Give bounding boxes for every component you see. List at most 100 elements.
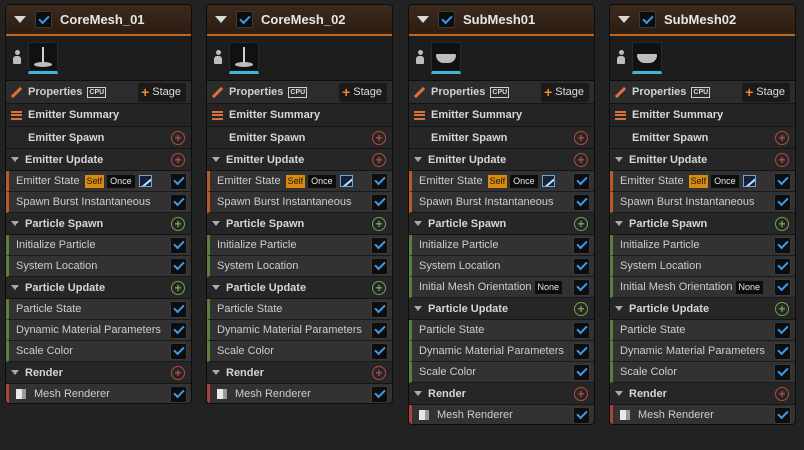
add-module-icon[interactable]: + [574, 216, 588, 231]
section-emitter-spawn[interactable]: Emitter Spawn + [6, 127, 191, 149]
module-dynamic-material-parameters[interactable]: Dynamic Material Parameters [409, 341, 594, 362]
section-render[interactable]: Render + [409, 383, 594, 405]
collapse-triangle-icon[interactable] [417, 16, 429, 23]
chevron-down-icon[interactable] [615, 306, 623, 311]
properties-row[interactable]: Properties CPU + Stage [207, 81, 392, 104]
chevron-down-icon[interactable] [615, 157, 623, 162]
add-module-icon[interactable]: + [171, 130, 185, 145]
add-renderer-icon[interactable]: + [574, 386, 588, 401]
module-mesh-renderer[interactable]: Mesh Renderer [610, 405, 795, 424]
add-module-icon[interactable]: + [775, 301, 789, 316]
add-stage-button[interactable]: + Stage [339, 82, 387, 102]
module-system-location[interactable]: System Location [610, 256, 795, 277]
module-particle-state[interactable]: Particle State [6, 299, 191, 320]
module-enabled-checkbox[interactable] [371, 342, 388, 360]
section-emitter-spawn[interactable]: Emitter Spawn + [409, 127, 594, 149]
emitter-enabled-checkbox[interactable] [639, 11, 656, 28]
module-mesh-renderer[interactable]: Mesh Renderer [207, 384, 392, 403]
module-particle-state[interactable]: Particle State [610, 320, 795, 341]
mesh-preview-thumbnail[interactable] [28, 42, 58, 74]
emitter-summary-row[interactable]: Emitter Summary [610, 104, 795, 127]
module-enabled-checkbox[interactable] [371, 172, 388, 190]
add-renderer-icon[interactable]: + [372, 365, 386, 380]
module-enabled-checkbox[interactable] [573, 321, 590, 339]
add-module-icon[interactable]: + [775, 152, 789, 167]
module-enabled-checkbox[interactable] [371, 385, 388, 403]
module-mesh-renderer[interactable]: Mesh Renderer [409, 405, 594, 424]
module-emitter-state[interactable]: Emitter State Self Once [409, 171, 594, 192]
add-module-icon[interactable]: + [372, 280, 386, 295]
properties-row[interactable]: Properties CPU + Stage [409, 81, 594, 104]
chevron-down-icon[interactable] [212, 221, 220, 226]
module-enabled-checkbox[interactable] [170, 385, 187, 403]
add-renderer-icon[interactable]: + [171, 365, 185, 380]
section-emitter-update[interactable]: Emitter Update + [409, 149, 594, 171]
section-particle-spawn[interactable]: Particle Spawn + [207, 213, 392, 235]
chevron-down-icon[interactable] [414, 306, 422, 311]
module-enabled-checkbox[interactable] [170, 236, 187, 254]
module-enabled-checkbox[interactable] [573, 193, 590, 211]
module-enabled-checkbox[interactable] [774, 406, 791, 424]
emitter-header[interactable]: CoreMesh_02 [207, 5, 392, 36]
section-particle-update[interactable]: Particle Update + [409, 298, 594, 320]
chevron-down-icon[interactable] [11, 157, 19, 162]
module-enabled-checkbox[interactable] [774, 342, 791, 360]
module-mesh-renderer[interactable]: Mesh Renderer [6, 384, 191, 403]
emitter-node-submesh02[interactable]: SubMesh02 Properties CPU + Stage Emitter … [609, 4, 796, 425]
module-dynamic-material-parameters[interactable]: Dynamic Material Parameters [6, 320, 191, 341]
module-dynamic-material-parameters[interactable]: Dynamic Material Parameters [207, 320, 392, 341]
collapse-triangle-icon[interactable] [618, 16, 630, 23]
emitter-header[interactable]: CoreMesh_01 [6, 5, 191, 36]
module-initial-mesh-orientation[interactable]: Initial Mesh Orientation None [409, 277, 594, 298]
module-enabled-checkbox[interactable] [573, 363, 590, 381]
module-enabled-checkbox[interactable] [573, 278, 590, 296]
module-scale-color[interactable]: Scale Color [207, 341, 392, 362]
module-particle-state[interactable]: Particle State [207, 299, 392, 320]
section-emitter-spawn[interactable]: Emitter Spawn + [207, 127, 392, 149]
module-enabled-checkbox[interactable] [170, 172, 187, 190]
module-emitter-state[interactable]: Emitter State Self Once [6, 171, 191, 192]
chevron-down-icon[interactable] [212, 157, 220, 162]
module-initial-mesh-orientation[interactable]: Initial Mesh Orientation None [610, 277, 795, 298]
module-enabled-checkbox[interactable] [371, 300, 388, 318]
add-module-icon[interactable]: + [574, 301, 588, 316]
module-spawn-burst[interactable]: Spawn Burst Instantaneous [207, 192, 392, 213]
module-scale-color[interactable]: Scale Color [610, 362, 795, 383]
module-enabled-checkbox[interactable] [774, 321, 791, 339]
chevron-down-icon[interactable] [414, 221, 422, 226]
emitter-summary-row[interactable]: Emitter Summary [409, 104, 594, 127]
add-module-icon[interactable]: + [372, 216, 386, 231]
module-enabled-checkbox[interactable] [371, 321, 388, 339]
add-module-icon[interactable]: + [171, 152, 185, 167]
emitter-enabled-checkbox[interactable] [438, 11, 455, 28]
mesh-preview-thumbnail[interactable] [632, 42, 662, 74]
emitter-node-submesh01[interactable]: SubMesh01 Properties CPU + Stage Emitter … [408, 4, 595, 425]
chevron-down-icon[interactable] [212, 370, 220, 375]
properties-row[interactable]: Properties CPU + Stage [610, 81, 795, 104]
emitter-enabled-checkbox[interactable] [236, 11, 253, 28]
module-emitter-state[interactable]: Emitter State Self Once [207, 171, 392, 192]
module-enabled-checkbox[interactable] [170, 300, 187, 318]
module-scale-color[interactable]: Scale Color [6, 341, 191, 362]
add-stage-button[interactable]: + Stage [541, 82, 589, 102]
module-enabled-checkbox[interactable] [774, 363, 791, 381]
add-stage-button[interactable]: + Stage [138, 82, 186, 102]
module-dynamic-material-parameters[interactable]: Dynamic Material Parameters [610, 341, 795, 362]
module-system-location[interactable]: System Location [207, 256, 392, 277]
module-enabled-checkbox[interactable] [371, 193, 388, 211]
module-initialize-particle[interactable]: Initialize Particle [207, 235, 392, 256]
module-spawn-burst[interactable]: Spawn Burst Instantaneous [610, 192, 795, 213]
module-enabled-checkbox[interactable] [573, 406, 590, 424]
module-emitter-state[interactable]: Emitter State Self Once [610, 171, 795, 192]
section-particle-spawn[interactable]: Particle Spawn + [6, 213, 191, 235]
module-spawn-burst[interactable]: Spawn Burst Instantaneous [6, 192, 191, 213]
module-enabled-checkbox[interactable] [573, 236, 590, 254]
module-enabled-checkbox[interactable] [774, 236, 791, 254]
add-module-icon[interactable]: + [775, 216, 789, 231]
module-enabled-checkbox[interactable] [573, 257, 590, 275]
add-module-icon[interactable]: + [171, 280, 185, 295]
module-system-location[interactable]: System Location [409, 256, 594, 277]
add-stage-button[interactable]: + Stage [742, 82, 790, 102]
collapse-triangle-icon[interactable] [215, 16, 227, 23]
module-scale-color[interactable]: Scale Color [409, 362, 594, 383]
